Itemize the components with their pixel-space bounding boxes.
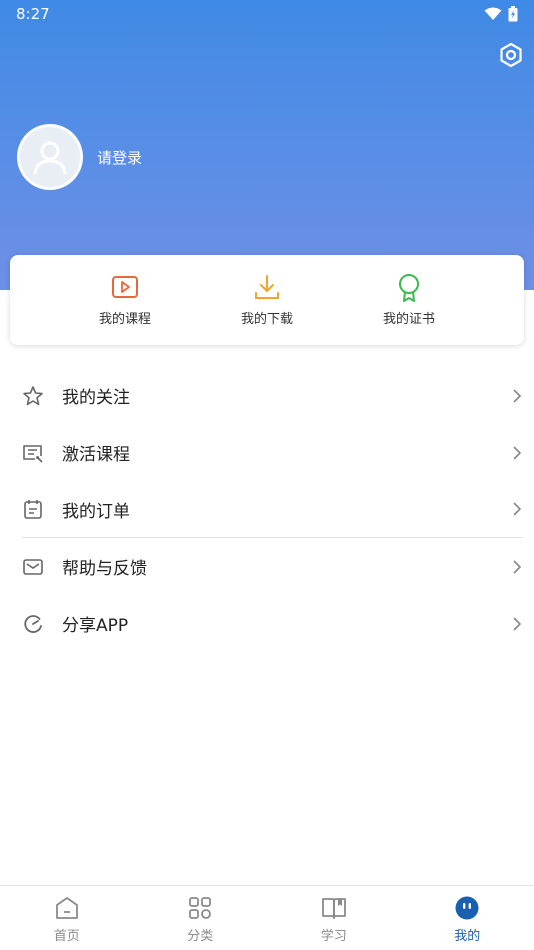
share-refresh-icon [24, 614, 42, 633]
tab-label: 首页 [53, 929, 80, 944]
status-time: 8:27 [16, 5, 50, 23]
my-certificates-button[interactable]: 我的证书 [338, 255, 480, 345]
menu-item-orders[interactable]: 我的订单 [22, 481, 523, 538]
home-icon [55, 897, 78, 919]
menu-item-following[interactable]: 我的关注 [22, 367, 523, 424]
menu-item-label: 我的关注 [62, 388, 130, 408]
menu-item-label: 我的订单 [62, 501, 130, 522]
play-video-icon [112, 276, 138, 298]
status-bar: 8:27 [0, 0, 534, 28]
menu-item-share-app[interactable]: 分享APP [22, 595, 523, 652]
settings-hex-icon[interactable] [498, 42, 524, 68]
chevron-right-icon [513, 616, 522, 631]
menu-item-activate-course[interactable]: 激活课程 [22, 424, 523, 481]
tab-label: 分类 [187, 929, 214, 944]
order-list-icon [24, 500, 42, 519]
menu-list: 我的关注 激活课程 我的订单 帮助与反馈 分享APP [0, 367, 534, 652]
quick-action-label: 我的课程 [98, 312, 151, 327]
tab-study[interactable]: 学习 [267, 886, 401, 950]
star-icon [23, 385, 43, 405]
battery-icon [508, 6, 518, 22]
quick-actions-card: 我的课程 我的下载 我的证书 [10, 255, 524, 345]
chevron-right-icon [513, 559, 522, 574]
menu-item-help-feedback[interactable]: 帮助与反馈 [22, 538, 523, 595]
download-icon [255, 275, 279, 299]
chevron-right-icon [513, 502, 522, 516]
my-downloads-button[interactable]: 我的下载 [196, 255, 338, 345]
chevron-right-icon [513, 445, 522, 460]
tab-mine[interactable]: 我的 [401, 886, 534, 950]
bottom-tab-bar: 首页 分类 学习 我的 [0, 885, 534, 950]
mail-icon [23, 558, 43, 575]
grid-icon [189, 897, 212, 919]
login-link[interactable]: 请登录 [97, 147, 142, 168]
activate-card-icon [23, 444, 43, 463]
user-avatar-icon [33, 141, 67, 175]
profile-header: 8:27 请登录 [0, 0, 534, 290]
tab-home[interactable]: 首页 [0, 886, 134, 950]
profile-login[interactable]: 请登录 [17, 124, 142, 190]
book-icon [321, 898, 346, 919]
profile-face-icon [455, 896, 479, 920]
tab-label: 我的 [454, 929, 481, 944]
tab-category[interactable]: 分类 [134, 886, 268, 950]
wifi-icon [484, 7, 502, 20]
my-courses-button[interactable]: 我的课程 [54, 255, 196, 345]
quick-action-label: 我的下载 [240, 312, 293, 327]
tab-label: 学习 [320, 929, 347, 944]
menu-item-label: 分享APP [62, 616, 129, 636]
certificate-icon [399, 274, 419, 302]
chevron-right-icon [513, 388, 522, 403]
menu-item-label: 激活课程 [62, 445, 130, 465]
menu-item-label: 帮助与反馈 [62, 559, 147, 579]
quick-action-label: 我的证书 [382, 312, 435, 327]
avatar[interactable] [17, 124, 83, 190]
